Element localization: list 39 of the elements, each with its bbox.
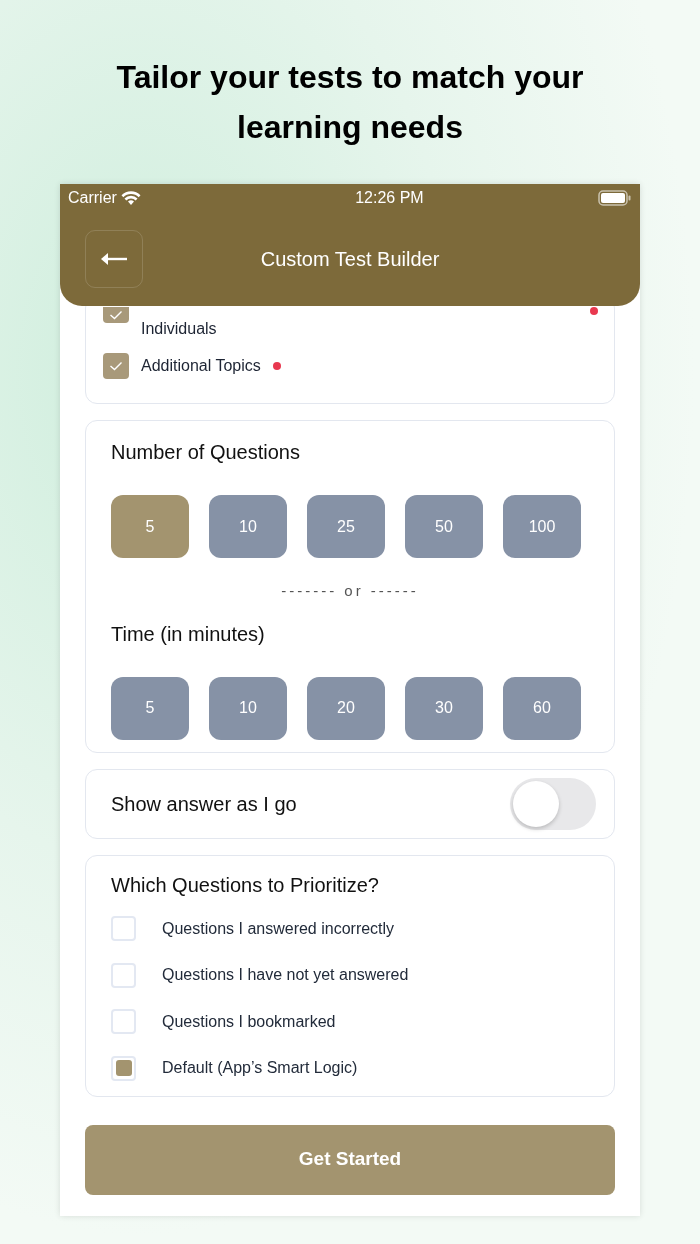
back-button[interactable] (85, 230, 143, 288)
carrier-label: Carrier (68, 188, 117, 208)
option-label: Questions I have not yet answered (162, 965, 409, 986)
option-label: Questions I bookmarked (162, 1011, 336, 1032)
option-button[interactable]: 5 (111, 495, 189, 558)
option-label: Questions I answered incorrectly (162, 918, 395, 939)
start-button[interactable]: Get Started (85, 1124, 615, 1195)
section-title: Number of Questions (110, 440, 301, 465)
option-button[interactable]: 5 (111, 676, 189, 740)
option-button[interactable]: 10 (209, 495, 287, 558)
checkbox[interactable] (103, 353, 129, 379)
back-arrow-icon (100, 252, 128, 266)
status-time: 12:26 PM (355, 188, 424, 208)
screen-title: Custom Test Builder (259, 247, 441, 272)
checkbox[interactable] (111, 1055, 136, 1081)
toggle-label: Show answer as I go (111, 791, 297, 817)
checkbox[interactable] (111, 1009, 136, 1035)
option-button[interactable]: 50 (405, 495, 483, 558)
checkbox[interactable] (103, 307, 129, 323)
option-button[interactable]: 25 (307, 495, 385, 558)
section-title: Time (in minutes) (110, 621, 266, 647)
option-button[interactable]: 10 (209, 676, 287, 740)
checkbox[interactable] (111, 916, 136, 942)
wifi-icon (120, 190, 141, 206)
option-label: Default (App’s Smart Logic) (162, 1058, 358, 1079)
topic-label: Additional Topics (141, 356, 261, 376)
toggle-switch[interactable] (510, 777, 596, 830)
checkbox[interactable] (111, 962, 136, 988)
option-button[interactable]: 20 (307, 676, 385, 740)
check-icon (109, 361, 123, 371)
option-button[interactable]: 100 (503, 495, 581, 558)
battery-icon (598, 190, 632, 206)
headline: Tailor your tests to match your learning needs (115, 58, 585, 147)
check-icon (109, 310, 123, 320)
or-separator: ------- or ------ (280, 581, 420, 601)
option-button[interactable]: 30 (405, 676, 483, 740)
topic-label: Individuals (141, 319, 217, 339)
section-title: Which Questions to Prioritize? (110, 872, 380, 898)
option-button[interactable]: 60 (503, 676, 581, 740)
